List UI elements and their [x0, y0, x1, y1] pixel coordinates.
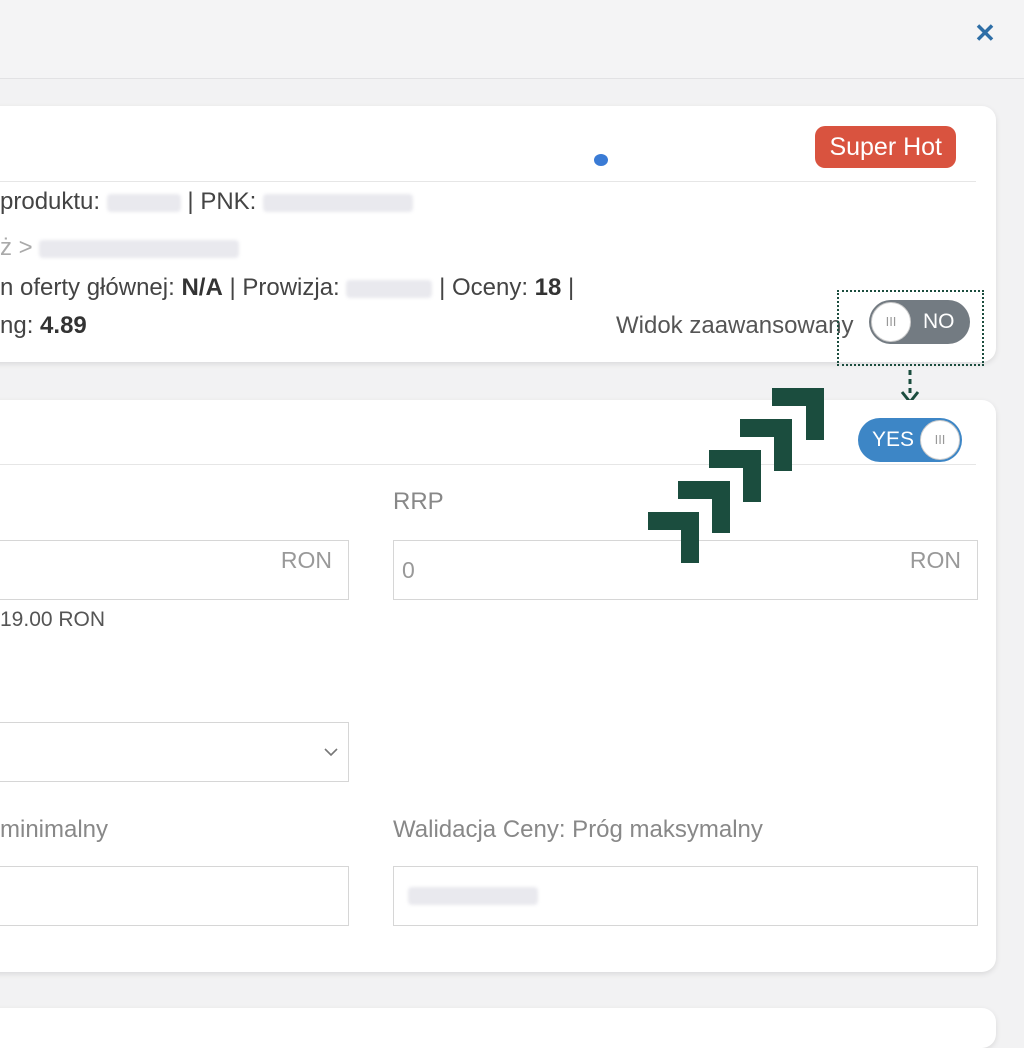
- divider: [0, 181, 976, 182]
- offer-info-row: n oferty głównej: N/A | Prowizja: | Ocen…: [0, 274, 574, 302]
- chevron-down-icon: [324, 748, 338, 757]
- price-unit: RON: [280, 547, 332, 573]
- ratings-value: 18: [534, 274, 562, 301]
- pricing-card: YES III RON 19.00 RON RRP 0 RON minimaln…: [0, 400, 996, 972]
- stair-arrows-icon: [648, 388, 824, 563]
- max-threshold-field[interactable]: [393, 866, 978, 926]
- modal-header: ✕: [0, 0, 1024, 79]
- highlight-box: [837, 290, 984, 366]
- toggle-on-label: YES: [872, 428, 915, 451]
- price-note: 19.00 RON: [0, 608, 106, 631]
- status-dot-icon: [594, 154, 608, 166]
- rating-row: ng: 4.89: [0, 312, 87, 340]
- advanced-view-toggle-on[interactable]: YES III: [858, 418, 962, 462]
- min-threshold-label: minimalny: [0, 816, 109, 843]
- advanced-view-label: Widok zaawansowany: [616, 312, 854, 339]
- max-threshold-value-redacted: [408, 887, 538, 905]
- super-hot-badge: Super Hot: [815, 126, 956, 168]
- ratings-label: | Oceny:: [439, 274, 528, 301]
- breadcrumb-text[interactable]: ż >: [0, 234, 33, 261]
- product-id-value-redacted: [106, 193, 181, 212]
- rrp-unit: RON: [909, 547, 961, 573]
- rating-label: ng:: [0, 312, 34, 339]
- product-id-row: produktu: | PNK:: [0, 188, 414, 216]
- main-offer-label: n oferty głównej:: [0, 274, 175, 301]
- rrp-value: 0: [402, 557, 415, 583]
- min-threshold-field[interactable]: [0, 866, 349, 926]
- pnk-value-redacted: [263, 193, 414, 212]
- select-field[interactable]: [0, 722, 349, 782]
- pnk-label: | PNK:: [187, 188, 257, 215]
- max-threshold-label: Walidacja Ceny: Próg maksymalny: [393, 816, 763, 843]
- breadcrumb: ż >: [0, 234, 240, 262]
- toggle-knob-icon: III: [920, 420, 960, 460]
- ratings-separator: |: [568, 274, 575, 301]
- price-field[interactable]: RON: [0, 540, 349, 600]
- commission-value-redacted: [346, 279, 433, 298]
- rating-value: 4.89: [40, 312, 87, 339]
- rrp-label: RRP: [393, 488, 444, 515]
- breadcrumb-redacted: [39, 239, 240, 258]
- next-card: [0, 1008, 996, 1048]
- commission-label: | Prowizja:: [229, 274, 340, 301]
- close-icon[interactable]: ✕: [972, 20, 998, 46]
- product-id-label: produktu:: [0, 188, 101, 215]
- main-offer-value: N/A: [181, 274, 223, 301]
